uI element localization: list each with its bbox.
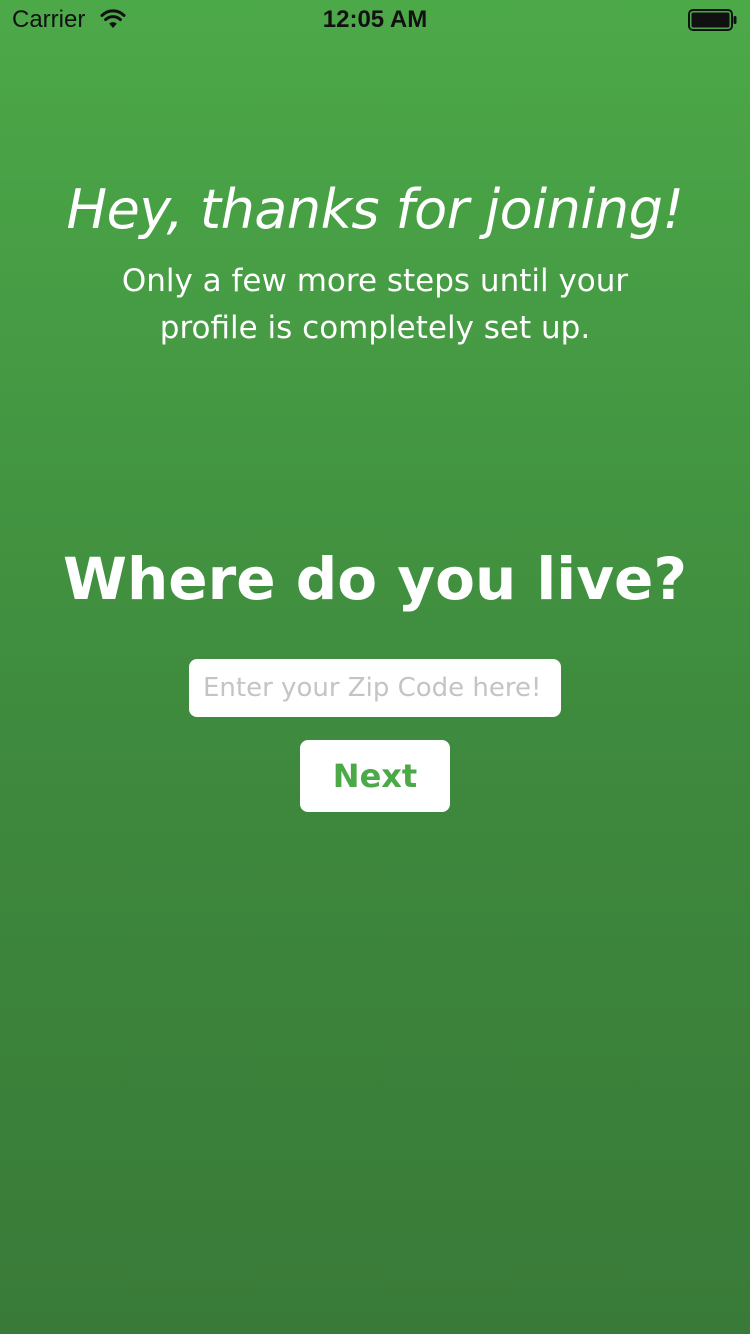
welcome-subtitle: Only a few more steps until your profile… bbox=[121, 263, 629, 346]
location-question: Where do you live? bbox=[63, 545, 687, 613]
status-time: 12:05 AM bbox=[322, 6, 428, 33]
welcome-title: Hey, thanks for joining! bbox=[66, 178, 684, 241]
status-bar: Carrier 12:05 AM bbox=[0, 0, 750, 40]
battery-full-icon bbox=[688, 9, 738, 31]
next-button-label: Next bbox=[332, 757, 418, 795]
onboarding-screen: Carrier 12:05 AM Hey, thanks for joining… bbox=[0, 0, 750, 1334]
zip-code-input[interactable] bbox=[189, 659, 561, 717]
next-button[interactable]: Next bbox=[300, 740, 450, 812]
